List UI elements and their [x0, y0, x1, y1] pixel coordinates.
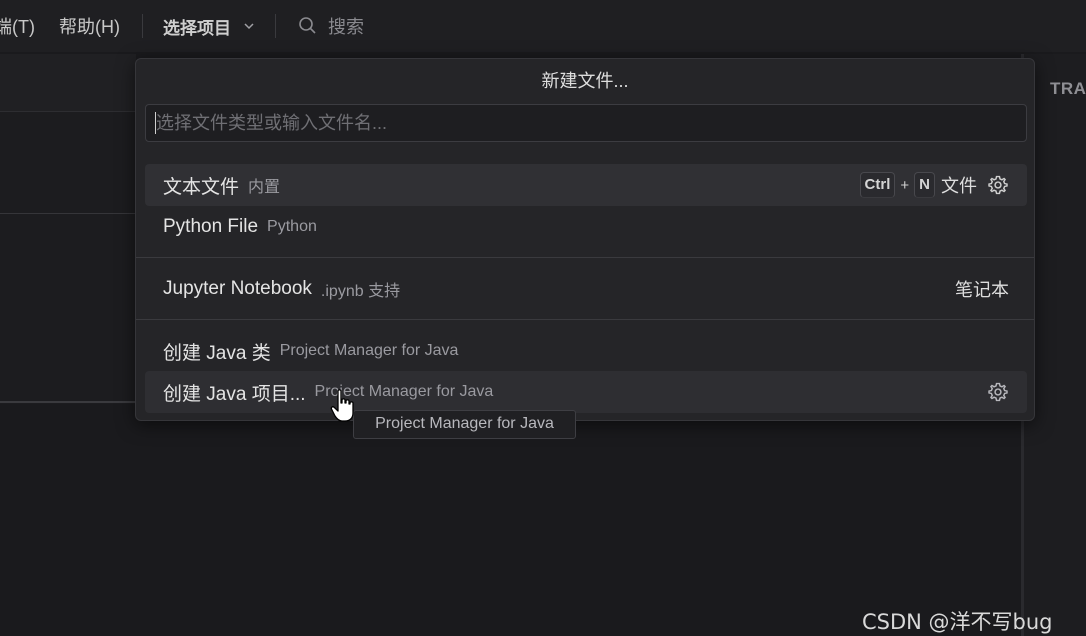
item-label: Jupyter Notebook [163, 278, 312, 299]
gear-icon[interactable] [987, 174, 1009, 196]
quick-pick-item-jupyter-notebook[interactable]: Jupyter Notebook .ipynb 支持 笔记本 [145, 268, 1027, 310]
keybinding-key: Ctrl [859, 172, 896, 198]
item-description: .ipynb 支持 [320, 283, 401, 300]
item-label: 创建 Java 项目... [163, 383, 306, 405]
search-icon [299, 17, 316, 34]
group-separator [136, 257, 1034, 258]
panel-divider [0, 213, 136, 214]
item-category: 文件 [941, 176, 977, 196]
menu-divider [274, 14, 276, 38]
item-right [977, 381, 1009, 403]
keybinding-key: N [914, 172, 935, 198]
panel-divider [0, 401, 136, 403]
item-description: Project Manager for Java [279, 342, 459, 359]
watermark-text: CSDN @洋不写bug [862, 610, 1053, 634]
search-placeholder: 搜索 [327, 17, 364, 37]
quick-pick-input[interactable] [145, 104, 1027, 142]
quick-pick-item-python-file[interactable]: Python File Python [145, 206, 1027, 248]
item-description: 内置 [248, 179, 281, 196]
left-panel-tab[interactable] [0, 54, 136, 112]
item-label: 文本文件 [163, 176, 240, 198]
item-tooltip: Project Manager for Java [353, 410, 576, 439]
menu-terminal[interactable]: 端(T) [0, 13, 47, 39]
item-description: Python [267, 218, 317, 235]
quick-pick-item-create-java-class[interactable]: 创建 Java 类 Project Manager for Java [145, 330, 1027, 372]
item-right: Ctrl + N 文件 [859, 172, 1009, 198]
menu-bar: 端(T) 帮助(H) 选择项目 搜索 [0, 0, 1086, 52]
item-right: 笔记本 [949, 276, 1009, 302]
chevron-down-icon [244, 23, 254, 30]
project-select-label: 选择项目 [162, 18, 231, 38]
quick-pick-title: 新建文件... [541, 71, 629, 91]
gear-icon[interactable] [987, 381, 1009, 403]
menu-divider [141, 14, 143, 38]
app-window: 端(T) 帮助(H) 选择项目 搜索 TRA 新建文件... 选择文件类型或输入… [0, 0, 1086, 636]
project-select-dropdown[interactable]: 选择项目 [153, 14, 265, 39]
hand-pointer-icon [330, 389, 354, 422]
group-separator [136, 319, 1034, 320]
command-search[interactable]: 搜索 [286, 13, 364, 39]
side-panel-title: TRA [1050, 79, 1086, 98]
new-file-quick-pick: 新建文件... 文本文件 内置 Ctrl + N 文件 Pytho [135, 58, 1035, 421]
item-category: 笔记本 [955, 280, 1009, 300]
keybinding-plus: + [900, 176, 910, 194]
text-caret [155, 112, 156, 134]
quick-pick-item-create-java-project[interactable]: 创建 Java 项目... Project Manager for Java [145, 371, 1027, 413]
menu-help[interactable]: 帮助(H) [47, 13, 132, 39]
item-label: 创建 Java 类 [163, 342, 271, 364]
quick-pick-item-text-file[interactable]: 文本文件 内置 Ctrl + N 文件 [145, 164, 1027, 206]
left-editor-panel [0, 54, 136, 404]
item-label: Python File [163, 216, 259, 237]
